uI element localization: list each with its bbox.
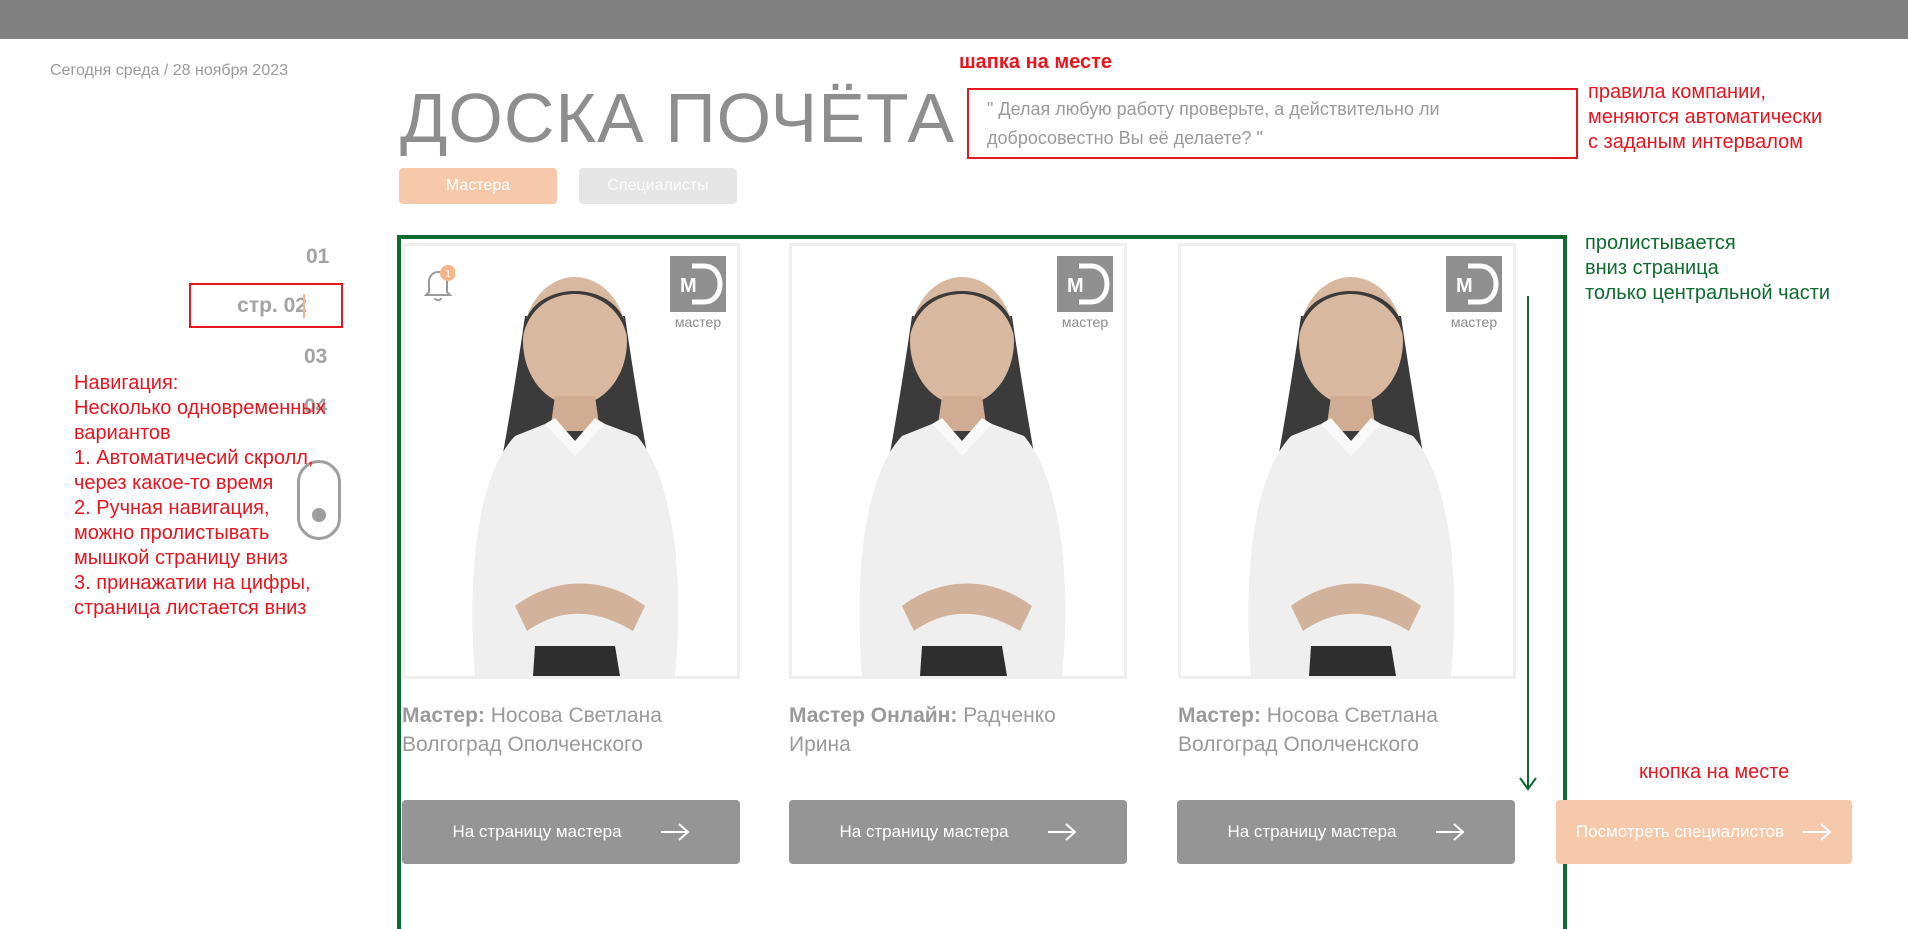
md-logo-icon: M мастер bbox=[1056, 256, 1114, 330]
page-link-01[interactable]: 01 bbox=[306, 245, 329, 269]
bell-icon[interactable]: 1 bbox=[421, 264, 455, 304]
navigation-annotation: Навигация: Несколько одновременных вариа… bbox=[74, 372, 326, 619]
master-card: M мастер Мастер Онлайн: Радченко Ирина bbox=[789, 243, 1127, 759]
master-info: Мастер: Носова Светлана Волгоград Ополче… bbox=[1178, 701, 1516, 759]
master-page-button-label: На страницу мастера bbox=[1227, 822, 1397, 841]
master-photo: M мастер bbox=[789, 243, 1127, 679]
master-role: Мастер: bbox=[1178, 704, 1261, 727]
tab-masters[interactable]: Мастера bbox=[399, 168, 557, 204]
master-name: Носова Светлана bbox=[490, 704, 662, 727]
page-link-02-label: стр. 02 bbox=[237, 293, 307, 317]
top-bar bbox=[0, 0, 1908, 39]
master-photo: 1 M мастер bbox=[402, 243, 740, 679]
rules-annotation: правила компании, меняются автоматически… bbox=[1588, 81, 1823, 153]
active-page-indicator bbox=[303, 294, 305, 318]
master-role: Мастер Онлайн: bbox=[789, 704, 958, 727]
master-name: Носова Светлана bbox=[1266, 704, 1438, 727]
arrow-right-icon bbox=[1803, 823, 1832, 841]
master-page-button[interactable]: На страницу мастера bbox=[402, 800, 740, 864]
badge-label: мастер bbox=[1061, 314, 1109, 330]
master-page-button[interactable]: На страницу мастера bbox=[789, 800, 1127, 864]
view-specialists-label: Посмотреть специалистов bbox=[1575, 822, 1785, 841]
master-card: M мастер Мастер: Носова Светлана Волгогр… bbox=[1178, 243, 1516, 759]
master-name: Радченко bbox=[963, 704, 1056, 727]
button-annotation: кнопка на месте bbox=[1639, 761, 1790, 783]
master-city: Ирина bbox=[789, 733, 851, 756]
header-annotation: шапка на месте bbox=[959, 51, 1113, 73]
master-city: Волгоград Ополченского bbox=[1178, 733, 1419, 756]
master-role: Мастер: bbox=[402, 704, 485, 727]
page-title: ДОСКА ПОЧЁТА bbox=[400, 79, 956, 157]
master-info: Мастер: Носова Светлана Волгоград Ополче… bbox=[402, 701, 740, 759]
arrow-right-icon bbox=[660, 823, 690, 841]
master-page-button[interactable]: На страницу мастера bbox=[1177, 800, 1515, 864]
master-page-button-label: На страницу мастера bbox=[839, 822, 1009, 841]
arrow-right-icon bbox=[1047, 823, 1077, 841]
svg-text:M: M bbox=[1456, 275, 1473, 297]
bell-count: 1 bbox=[445, 269, 451, 280]
md-logo-icon: M мастер bbox=[669, 256, 727, 330]
master-page-button-label: На страницу мастера bbox=[452, 822, 622, 841]
tab-specialists[interactable]: Специалисты bbox=[579, 168, 737, 204]
company-rule-quote: " Делая любую работу проверьте, а действ… bbox=[967, 88, 1578, 159]
scroll-annotation: пролистывается вниз страница только цент… bbox=[1585, 232, 1831, 304]
svg-text:M: M bbox=[1067, 275, 1084, 297]
badge-label: мастер bbox=[674, 314, 722, 330]
badge-label: мастер bbox=[1450, 314, 1498, 330]
master-info: Мастер Онлайн: Радченко Ирина bbox=[789, 701, 1127, 759]
page-link-02-active[interactable]: стр. 02 bbox=[189, 283, 343, 328]
md-logo-icon: M мастер bbox=[1445, 256, 1503, 330]
arrow-right-icon bbox=[1435, 823, 1465, 841]
view-specialists-button[interactable]: Посмотреть специалистов bbox=[1556, 800, 1852, 864]
master-card: 1 M мастер Мастер: Носова Светлана Волго… bbox=[402, 243, 740, 759]
page-link-03[interactable]: 03 bbox=[304, 345, 327, 369]
master-city: Волгоград Ополченского bbox=[402, 733, 643, 756]
down-arrow-icon bbox=[1519, 296, 1537, 791]
svg-text:M: M bbox=[680, 275, 697, 297]
master-photo: M мастер bbox=[1178, 243, 1516, 679]
current-date: Сегодня среда / 28 ноября 2023 bbox=[50, 62, 289, 79]
